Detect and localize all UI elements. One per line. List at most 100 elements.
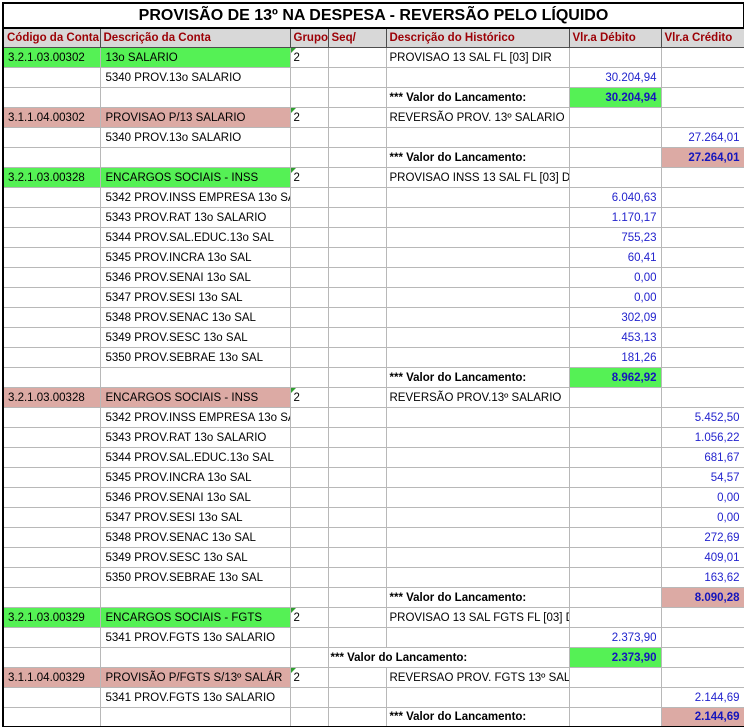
cell-credit[interactable]: 681,67 xyxy=(660,447,744,468)
cell-account-code[interactable] xyxy=(2,527,101,548)
cell-account-code[interactable] xyxy=(2,327,101,348)
cell-grupo[interactable]: 2 xyxy=(289,607,329,628)
valor-label-cell[interactable]: *** Valor do Lancamento: xyxy=(385,587,570,608)
cell-grupo[interactable] xyxy=(289,307,329,328)
cell-grupo[interactable]: 2 xyxy=(289,167,329,188)
cell-grupo[interactable] xyxy=(289,547,329,568)
cell-total-debit[interactable] xyxy=(568,707,662,727)
cell-account-code[interactable] xyxy=(2,247,101,268)
cell-seq[interactable] xyxy=(327,247,387,268)
cell-debit[interactable]: 181,26 xyxy=(568,347,662,368)
cell-credit[interactable] xyxy=(660,47,744,68)
cell-total-debit[interactable] xyxy=(568,147,662,168)
cell-debit[interactable] xyxy=(568,427,662,448)
cell-grupo[interactable] xyxy=(289,707,329,727)
cell-credit[interactable] xyxy=(660,247,744,268)
cell-account-code[interactable] xyxy=(2,507,101,528)
cell-debit[interactable] xyxy=(568,167,662,188)
cell-seq[interactable] xyxy=(327,147,387,168)
cell-account-code[interactable]: 3.2.1.03.00329 xyxy=(2,607,101,628)
cell-seq[interactable] xyxy=(327,347,387,368)
cell-account-code[interactable] xyxy=(2,467,101,488)
cell-account-name[interactable]: 5346 PROV.SENAI 13o SAL xyxy=(99,487,291,508)
cell-debit[interactable]: 453,13 xyxy=(568,327,662,348)
cell-seq[interactable] xyxy=(327,447,387,468)
cell-account-code[interactable] xyxy=(2,307,101,328)
cell-credit[interactable] xyxy=(660,67,744,88)
cell-account-code[interactable]: 3.1.1.04.00302 xyxy=(2,107,101,128)
cell-grupo[interactable] xyxy=(289,227,329,248)
cell-historic[interactable] xyxy=(385,407,570,428)
cell-account-code[interactable] xyxy=(2,127,101,148)
cell-account-name[interactable]: 5343 PROV.RAT 13o SALARIO xyxy=(99,427,291,448)
cell-account-code[interactable] xyxy=(2,147,101,168)
cell-account-name[interactable] xyxy=(99,367,291,388)
cell-credit[interactable] xyxy=(660,627,744,648)
cell-debit[interactable] xyxy=(568,527,662,548)
cell-seq[interactable] xyxy=(327,167,387,188)
cell-account-name[interactable]: 5347 PROV.SESI 13o SAL xyxy=(99,287,291,308)
cell-seq[interactable] xyxy=(327,47,387,68)
cell-debit[interactable] xyxy=(568,467,662,488)
cell-grupo[interactable] xyxy=(289,647,329,668)
cell-debit[interactable] xyxy=(568,667,662,688)
cell-account-code[interactable] xyxy=(2,267,101,288)
valor-label-cell[interactable]: *** Valor do Lancamento: xyxy=(327,647,570,668)
cell-account-code[interactable] xyxy=(2,187,101,208)
cell-seq[interactable] xyxy=(327,427,387,448)
valor-label-cell[interactable]: *** Valor do Lancamento: xyxy=(385,367,570,388)
cell-seq[interactable] xyxy=(327,327,387,348)
cell-total-credit[interactable]: 2.144,69 xyxy=(660,707,744,727)
cell-credit[interactable] xyxy=(660,607,744,628)
cell-account-name[interactable] xyxy=(99,87,291,108)
cell-historic[interactable] xyxy=(385,227,570,248)
cell-grupo[interactable] xyxy=(289,527,329,548)
cell-debit[interactable] xyxy=(568,507,662,528)
cell-historic[interactable] xyxy=(385,307,570,328)
cell-account-name[interactable] xyxy=(99,647,291,668)
cell-credit[interactable] xyxy=(660,667,744,688)
cell-credit[interactable] xyxy=(660,327,744,348)
cell-total-debit[interactable]: 8.962,92 xyxy=(568,367,662,388)
cell-account-code[interactable] xyxy=(2,407,101,428)
cell-debit[interactable] xyxy=(568,47,662,68)
cell-account-code[interactable]: 3.1.1.04.00329 xyxy=(2,667,101,688)
cell-account-name[interactable]: 5350 PROV.SEBRAE 13o SAL xyxy=(99,347,291,368)
cell-grupo[interactable] xyxy=(289,127,329,148)
cell-grupo[interactable] xyxy=(289,247,329,268)
cell-credit[interactable] xyxy=(660,107,744,128)
cell-grupo[interactable] xyxy=(289,327,329,348)
cell-account-name[interactable]: 5344 PROV.SAL.EDUC.13o SAL xyxy=(99,447,291,468)
cell-debit[interactable] xyxy=(568,387,662,408)
cell-total-credit[interactable] xyxy=(660,87,744,108)
cell-historic[interactable]: PROVISAO 13 SAL FL [03] DIR xyxy=(385,47,570,68)
cell-account-name[interactable]: 5348 PROV.SENAC 13o SAL xyxy=(99,307,291,328)
cell-account-name[interactable]: PROVISAO P/13 SALARIO xyxy=(99,107,291,128)
cell-grupo[interactable] xyxy=(289,567,329,588)
cell-grupo[interactable] xyxy=(289,407,329,428)
cell-debit[interactable]: 0,00 xyxy=(568,267,662,288)
cell-credit[interactable] xyxy=(660,267,744,288)
cell-debit[interactable] xyxy=(568,447,662,468)
cell-historic[interactable] xyxy=(385,67,570,88)
cell-seq[interactable] xyxy=(327,307,387,328)
cell-debit[interactable] xyxy=(568,687,662,708)
cell-credit[interactable]: 409,01 xyxy=(660,547,744,568)
cell-seq[interactable] xyxy=(327,207,387,228)
cell-account-code[interactable] xyxy=(2,487,101,508)
cell-debit[interactable] xyxy=(568,567,662,588)
cell-historic[interactable] xyxy=(385,127,570,148)
cell-historic[interactable] xyxy=(385,327,570,348)
cell-historic[interactable] xyxy=(385,247,570,268)
valor-label-cell[interactable]: *** Valor do Lancamento: xyxy=(385,147,570,168)
cell-debit[interactable]: 2.373,90 xyxy=(568,627,662,648)
cell-debit[interactable] xyxy=(568,107,662,128)
cell-historic[interactable] xyxy=(385,427,570,448)
cell-account-code[interactable] xyxy=(2,227,101,248)
cell-seq[interactable] xyxy=(327,227,387,248)
cell-grupo[interactable] xyxy=(289,207,329,228)
cell-account-code[interactable] xyxy=(2,367,101,388)
cell-grupo[interactable] xyxy=(289,447,329,468)
cell-grupo[interactable] xyxy=(289,507,329,528)
cell-account-code[interactable] xyxy=(2,447,101,468)
